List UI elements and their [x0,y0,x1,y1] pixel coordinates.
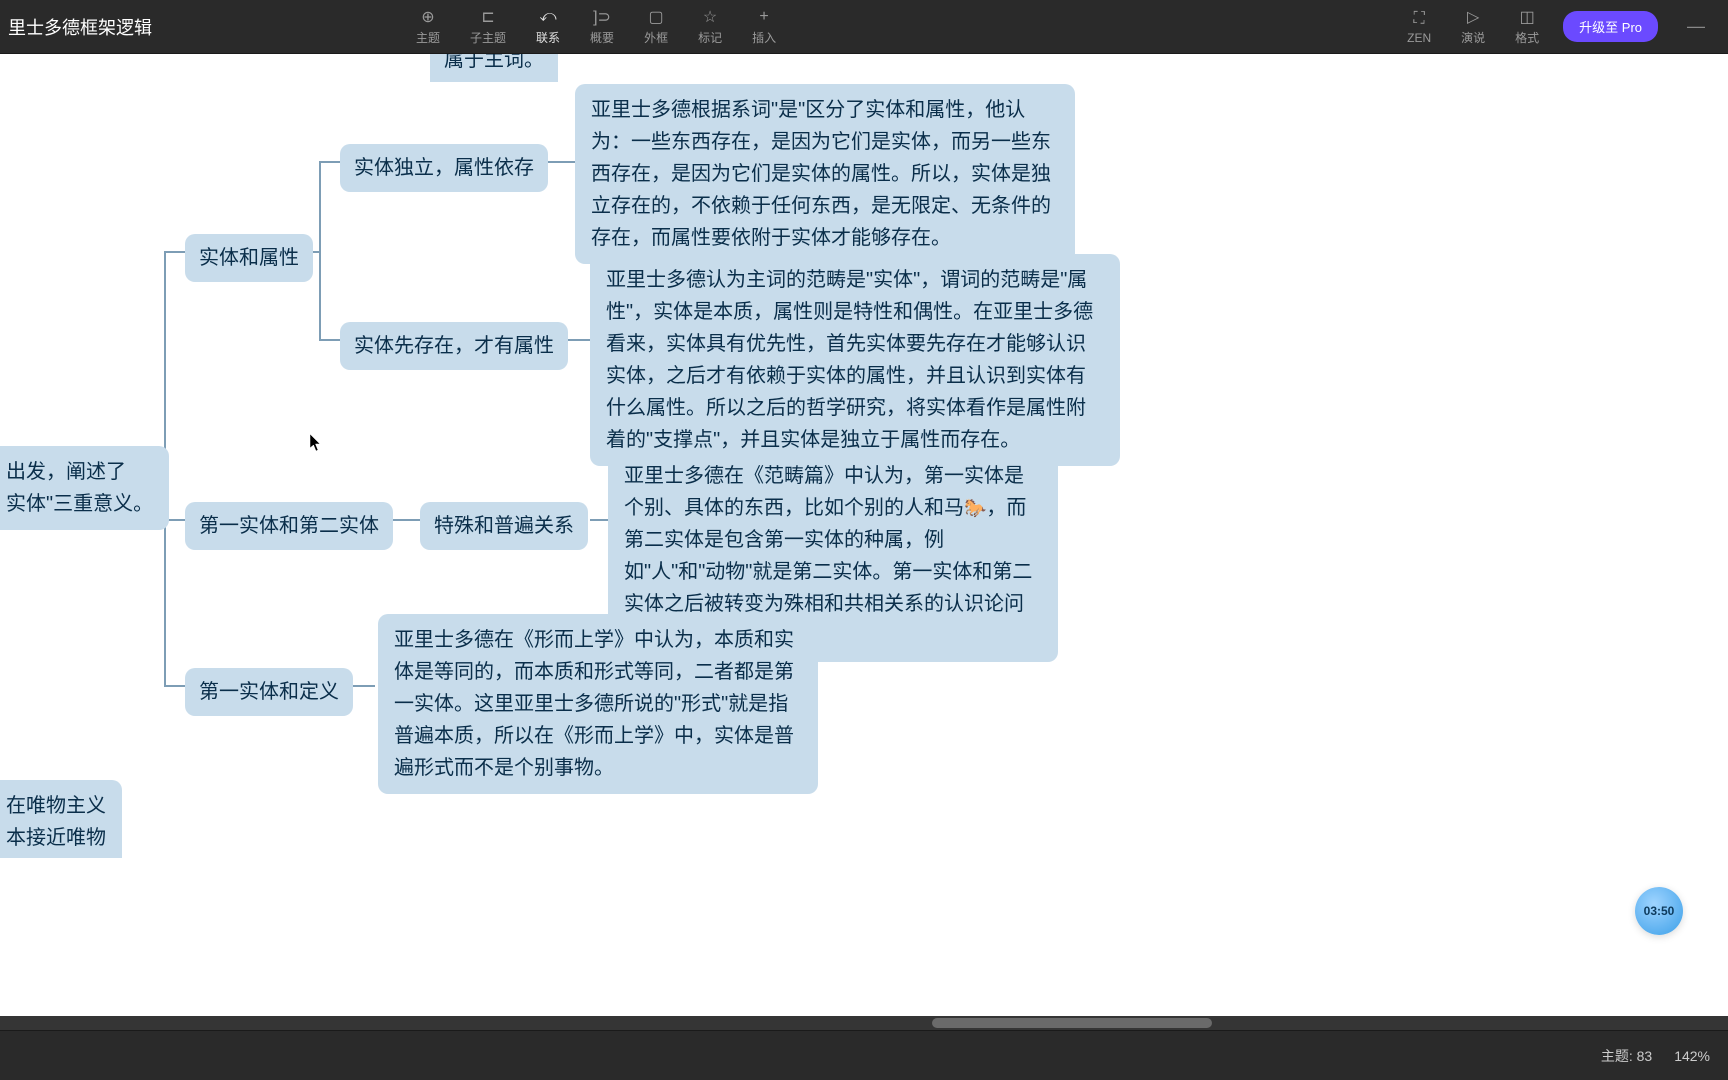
topic-button[interactable]: ⊕ 主题 [410,5,446,48]
mark-label: 标记 [698,29,722,46]
boundary-icon: ▢ [646,7,666,27]
node-branch2-child[interactable]: 特殊和普遍关系 [420,502,588,550]
summary-icon: ]⊃ [592,7,612,27]
node-top-fragment[interactable]: 属于主词。 [430,54,558,82]
subtopic-label: 子主题 [470,29,506,46]
present-icon: ▷ [1463,7,1483,27]
zen-button[interactable]: ⛶ ZEN [1401,7,1437,47]
subtopic-icon: ⊏ [478,7,498,27]
node-branch3-detail[interactable]: 亚里士多德在《形而上学》中认为，本质和实体是等同的，而本质和形式等同，二者都是第… [378,614,818,794]
insert-icon: + [754,7,774,27]
topic-icon: ⊕ [418,7,438,27]
summary-button[interactable]: ]⊃ 概要 [584,5,620,48]
topic-count-status: 主题: 83 [1601,1046,1652,1066]
horse-emoji-icon: 🐎 [964,498,986,518]
relate-icon: ⤺ [538,7,558,27]
format-label: 格式 [1515,29,1539,46]
node-root[interactable]: 出发，阐述了 实体"三重意义。 [0,446,169,530]
insert-button[interactable]: + 插入 [746,5,782,48]
mark-button[interactable]: ☆ 标记 [692,5,728,48]
node-branch1-child1-detail[interactable]: 亚里士多德根据系词"是"区分了实体和属性，他认为：一些东西存在，是因为它们是实体… [575,84,1075,264]
zoom-status[interactable]: 142% [1674,1048,1710,1064]
node-bottom-fragment[interactable]: 在唯物主义 本接近唯物 [0,780,122,858]
present-button[interactable]: ▷ 演说 [1455,5,1491,48]
node-branch3[interactable]: 第一实体和定义 [185,668,353,716]
timer-badge[interactable]: 03:50 [1635,887,1683,935]
minimize-icon: — [1687,16,1705,37]
horizontal-scrollbar[interactable] [0,1016,1728,1030]
relate-button[interactable]: ⤺ 联系 [530,5,566,48]
insert-label: 插入 [752,29,776,46]
present-label: 演说 [1461,29,1485,46]
subtopic-button[interactable]: ⊏ 子主题 [464,5,512,48]
mark-icon: ☆ [700,7,720,27]
upgrade-button[interactable]: 升级至 Pro [1563,11,1658,42]
boundary-label: 外框 [644,29,668,46]
node-branch1[interactable]: 实体和属性 [185,234,313,282]
boundary-button[interactable]: ▢ 外框 [638,5,674,48]
horizontal-scrollbar-thumb[interactable] [932,1018,1212,1028]
zen-label: ZEN [1407,31,1431,45]
document-title: 里士多德框架逻辑 [0,14,240,40]
node-branch1-child1[interactable]: 实体独立，属性依存 [340,144,548,192]
topic-label: 主题 [416,29,440,46]
mindmap-canvas[interactable]: 属于主词。 出发，阐述了 实体"三重意义。 在唯物主义 本接近唯物 实体和属性 … [0,54,1728,1030]
node-branch1-child2[interactable]: 实体先存在，才有属性 [340,322,568,370]
summary-label: 概要 [590,29,614,46]
zen-icon: ⛶ [1409,9,1429,29]
format-icon: ◫ [1517,7,1537,27]
relate-label: 联系 [536,29,560,46]
minimize-button[interactable]: — [1676,12,1716,42]
node-branch1-child2-detail[interactable]: 亚里士多德认为主词的范畴是"实体"，谓词的范畴是"属性"，实体是本质，属性则是特… [590,254,1120,466]
node-branch2[interactable]: 第一实体和第二实体 [185,502,393,550]
format-button[interactable]: ◫ 格式 [1509,5,1545,48]
cursor-icon [310,434,322,452]
